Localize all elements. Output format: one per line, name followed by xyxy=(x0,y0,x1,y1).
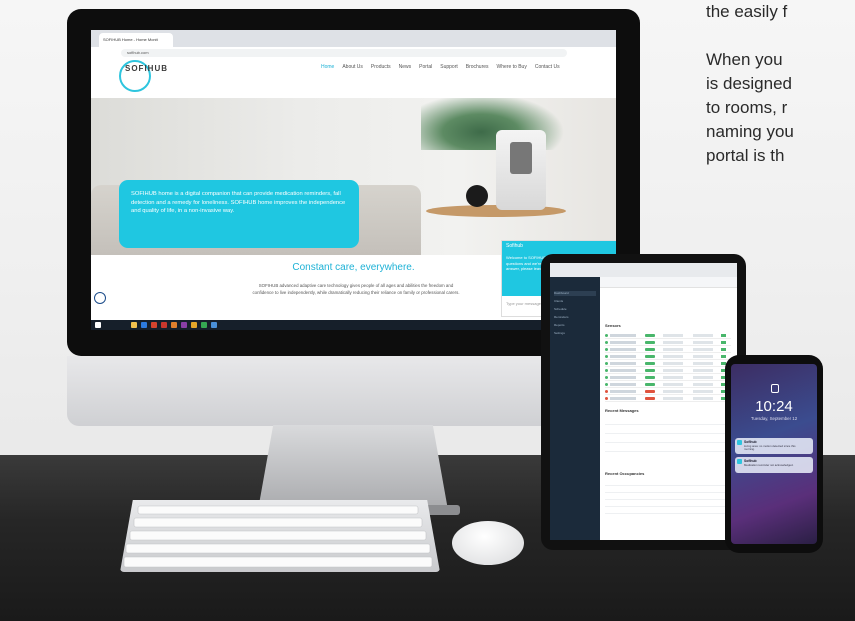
side-text-line: portal is th xyxy=(706,146,785,165)
side-text-line: the easily f xyxy=(706,2,788,21)
tablet-browser-bar xyxy=(550,263,737,277)
nav-where-to-buy[interactable]: Where to Buy xyxy=(497,64,527,70)
pdf-icon[interactable] xyxy=(161,322,167,328)
portal-topbar xyxy=(600,277,737,288)
sensor-row[interactable] xyxy=(605,361,731,367)
messages-list[interactable] xyxy=(605,416,731,452)
sidebar-item-reminders[interactable]: Reminders xyxy=(554,315,596,320)
app-icon xyxy=(737,440,742,445)
side-text-line: to rooms, r xyxy=(706,98,788,117)
side-text-line xyxy=(706,24,855,48)
app-icon[interactable] xyxy=(211,322,217,328)
sofihub-device-image xyxy=(496,130,546,210)
recent-messages-heading: Recent Messages xyxy=(605,408,639,413)
keyboard xyxy=(120,500,440,572)
hero-image: SOFIHUB home is a digital companion that… xyxy=(91,90,616,255)
lock-screen-time: 10:24 xyxy=(755,398,793,415)
nav-brochures[interactable]: Brochures xyxy=(466,64,489,70)
section-body: SOFIHUB advanced adaptive care technolog… xyxy=(252,283,460,295)
accessibility-icon[interactable] xyxy=(94,292,106,304)
notification-body: Medication reminder not acknowledged. xyxy=(744,463,794,467)
nav-news[interactable]: News xyxy=(399,64,412,70)
hero-text-panel: SOFIHUB home is a digital companion that… xyxy=(119,180,359,248)
magic-mouse xyxy=(452,521,524,565)
sensor-row[interactable] xyxy=(605,389,731,395)
nav-portal[interactable]: Portal xyxy=(419,64,432,70)
app-icon[interactable] xyxy=(201,322,207,328)
chrome-icon[interactable] xyxy=(191,322,197,328)
sensor-row[interactable] xyxy=(605,354,731,360)
side-text-line: When you xyxy=(706,50,783,69)
edge-icon[interactable] xyxy=(141,322,147,328)
app-icon[interactable] xyxy=(151,322,157,328)
chat-input[interactable]: Type your message... xyxy=(506,301,544,306)
sidebar-item-dashboard[interactable]: Dashboard xyxy=(554,291,596,296)
app-icon[interactable] xyxy=(181,322,187,328)
sidebar-item-reports[interactable]: Reports xyxy=(554,323,596,328)
sensors-heading: Sensors xyxy=(605,323,621,328)
address-bar[interactable]: sofihub.com xyxy=(121,49,567,57)
nav-support[interactable]: Support xyxy=(440,64,458,70)
nav-about[interactable]: About Us xyxy=(342,64,363,70)
notification-body: Living area: no motion detected since th… xyxy=(744,444,796,452)
nav-products[interactable]: Products xyxy=(371,64,391,70)
sensor-row[interactable] xyxy=(605,375,731,381)
phone-lock-screen: 10:24 Tuesday, September 12 Sofihub Livi… xyxy=(731,364,817,544)
nav-home[interactable]: Home xyxy=(321,64,334,70)
sensor-row[interactable] xyxy=(605,368,731,374)
pendant-device-image xyxy=(466,185,488,207)
device-screen xyxy=(510,142,532,174)
sidebar-item-settings[interactable]: Settings xyxy=(554,331,596,336)
sidebar-item-clients[interactable]: Clients xyxy=(554,299,596,304)
sensor-row[interactable] xyxy=(605,382,731,388)
app-icon[interactable] xyxy=(171,322,177,328)
folder-icon[interactable] xyxy=(131,322,137,328)
site-logo[interactable]: SOFIHUB xyxy=(125,64,168,73)
sensor-row[interactable] xyxy=(605,396,731,402)
windows-taskbar xyxy=(91,320,616,330)
sensor-row[interactable] xyxy=(605,333,731,339)
chat-title: Sofihub xyxy=(502,241,616,252)
windows-start-icon[interactable] xyxy=(95,322,101,328)
browser-tab-strip: SOFIHUB Home - Home Monit xyxy=(91,30,616,47)
tablet-screen: Dashboard Clients Schedule Reminders Rep… xyxy=(550,263,737,540)
lock-icon xyxy=(771,384,779,393)
sensor-row[interactable] xyxy=(605,347,731,353)
nav-contact[interactable]: Contact Us xyxy=(535,64,560,70)
side-article-text: the easily f When you is designed to roo… xyxy=(706,0,855,168)
sidebar-item-schedule[interactable]: Schedule xyxy=(554,307,596,312)
imac-screen: SOFIHUB Home - Home Monit sofihub.com SO… xyxy=(91,30,616,330)
side-text-line: naming you xyxy=(706,122,794,141)
side-text-line: is designed xyxy=(706,74,793,93)
portal-sidebar: Dashboard Clients Schedule Reminders Rep… xyxy=(550,277,600,540)
occupancies-list[interactable] xyxy=(605,479,731,519)
recent-occupancies-heading: Recent Occupancies xyxy=(605,471,645,476)
notification[interactable]: Sofihub Medication reminder not acknowle… xyxy=(735,457,813,473)
imac-stand xyxy=(258,425,448,510)
lock-screen-date: Tuesday, September 12 xyxy=(750,416,798,421)
main-nav: Home About Us Products News Portal Suppo… xyxy=(321,64,560,70)
app-icon xyxy=(737,459,742,464)
notification[interactable]: Sofihub Living area: no motion detected … xyxy=(735,438,813,454)
sensor-row[interactable] xyxy=(605,340,731,346)
keyboard-keys xyxy=(123,505,433,568)
browser-tab[interactable]: SOFIHUB Home - Home Monit xyxy=(99,33,173,47)
